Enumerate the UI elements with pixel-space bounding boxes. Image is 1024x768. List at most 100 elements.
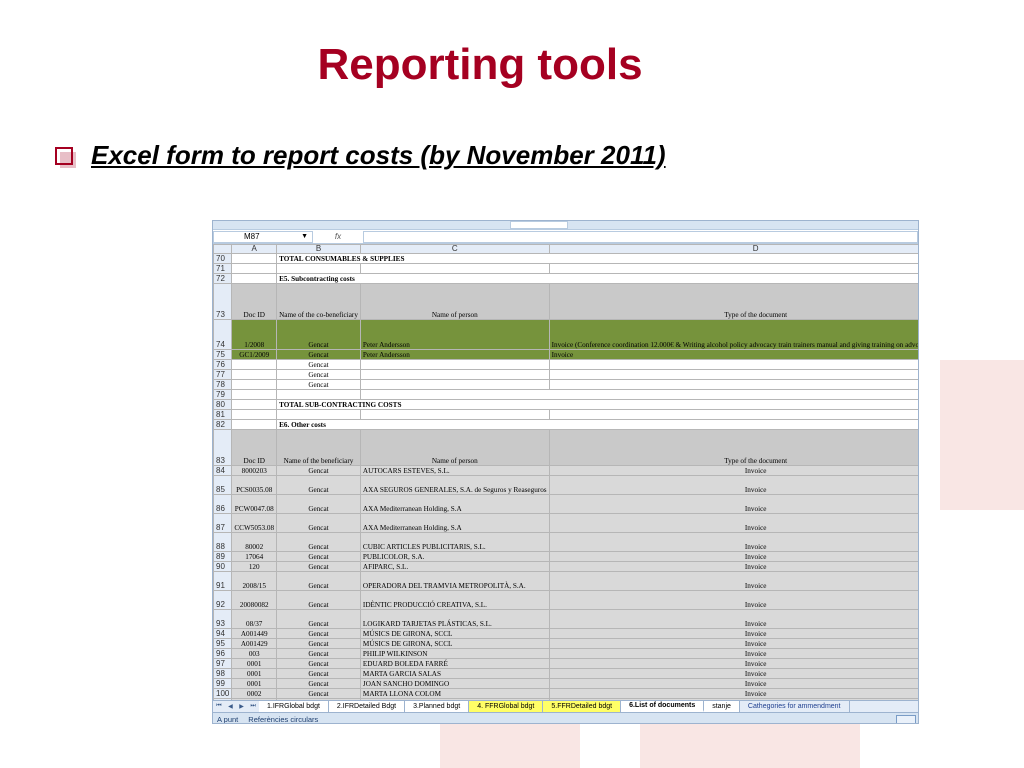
row-header[interactable]: 84 [213,465,233,477]
column-header-a[interactable]: A [231,243,278,255]
doc-id[interactable]: 1/2008 [231,319,278,351]
beneficiary[interactable]: Gencat [276,349,361,361]
function-icon[interactable]: fx [313,232,363,241]
document-type[interactable]: Invoice [548,532,918,553]
doc-id[interactable]: 0002 [231,688,278,700]
document-type[interactable]: Invoice [548,688,918,700]
document-type[interactable]: Invoice [548,648,918,660]
beneficiary[interactable]: Gencat [276,688,361,700]
document-type[interactable]: Invoice [548,475,918,496]
column-label[interactable]: Type of the document [548,283,918,321]
cell[interactable] [548,369,918,381]
beneficiary[interactable]: Gencat [276,658,361,670]
column-label[interactable]: Name of the beneficiary [276,429,361,467]
beneficiary[interactable]: Gencat [276,561,361,573]
cell[interactable] [231,263,278,275]
row-header[interactable]: 98 [213,668,233,680]
beneficiary[interactable]: Gencat [276,532,361,553]
doc-id[interactable]: 17064 [231,551,278,563]
sheet-tab[interactable]: 6.List of documents [621,701,705,712]
sheet-tab[interactable]: 5.FFRDetailed bdgt [543,701,622,712]
cell[interactable] [231,419,278,431]
row-header[interactable]: 99 [213,678,233,690]
cell[interactable] [231,359,278,371]
row-header[interactable]: 74 [213,319,233,351]
beneficiary[interactable]: Gencat [276,628,361,640]
cell[interactable] [276,409,361,421]
person-name[interactable]: CUBIC ARTICLES PUBLICITARIS, S.L. [359,532,550,553]
sheet-tab[interactable]: stanje [704,701,740,712]
cell[interactable] [231,273,278,285]
document-type[interactable]: Invoice (Conference coordination 12.000€… [548,319,918,351]
beneficiary[interactable]: Gencat [276,319,361,351]
select-all-corner[interactable] [213,243,233,255]
person-name[interactable]: PUBLICOLOR, S.A. [359,551,550,563]
cell[interactable]: Gencat [276,379,361,391]
cell[interactable] [359,263,550,275]
column-label[interactable]: Name of person [359,429,550,467]
last-sheet-icon[interactable]: ⏭ [250,703,255,710]
person-name[interactable]: MARTA LLONA COLOM [359,688,550,700]
person-name[interactable]: AUTOCARS ESTEVES, S.L. [359,465,550,477]
row-header[interactable]: 76 [213,359,233,371]
document-type[interactable]: Invoice [548,668,918,680]
row-header[interactable]: 82 [213,419,233,431]
row-header[interactable]: 91 [213,571,233,592]
row-header[interactable]: 90 [213,561,233,573]
formula-input[interactable] [363,230,918,243]
cell[interactable] [231,389,278,401]
sheet-tab[interactable]: 3.Planned bdgt [405,701,470,712]
doc-id[interactable]: A001429 [231,638,278,650]
cell[interactable] [231,399,278,411]
doc-id[interactable]: 80002 [231,532,278,553]
document-type[interactable]: Invoice [548,494,918,515]
document-type[interactable]: Invoice [548,609,918,630]
row-header[interactable]: 94 [213,628,233,640]
beneficiary[interactable]: Gencat [276,609,361,630]
row-header[interactable]: 89 [213,551,233,563]
person-name[interactable]: LOGIKARD TARJETAS PLÁSTICAS, S.L. [359,609,550,630]
doc-id[interactable]: 0001 [231,668,278,680]
doc-id[interactable]: 2008/15 [231,571,278,592]
doc-id[interactable]: PCS0035.08 [231,475,278,496]
cell[interactable] [548,409,918,421]
cell[interactable] [231,409,278,421]
row-header[interactable]: 86 [213,494,233,515]
document-type[interactable]: Invoice [548,561,918,573]
column-header-c[interactable]: C [359,243,550,255]
sheet-tab[interactable]: 2.IFRDetailed Bdgt [328,701,406,712]
row-header[interactable]: 87 [213,513,233,534]
document-type[interactable]: Invoice [548,678,918,690]
beneficiary[interactable]: Gencat [276,638,361,650]
beneficiary[interactable]: Gencat [276,668,361,680]
person-name[interactable]: AXA SEGUROS GENERALES, S.A. de Seguros y… [359,475,550,496]
row-header[interactable]: 70 [213,253,233,265]
cell[interactable] [359,359,550,371]
person-name[interactable]: EDUARD BOLEDA FARRÉ [359,658,550,670]
row-header[interactable]: 79 [213,389,233,401]
column-label[interactable]: Name of the co-beneficiary [276,283,361,321]
spreadsheet-grid[interactable]: ABCDEFGHIJK 70TOTAL CONSUMABLES & SUPPLI… [213,243,918,710]
beneficiary[interactable]: Gencat [276,648,361,660]
row-header[interactable]: 96 [213,648,233,660]
cell[interactable] [231,369,278,381]
sheet-tab[interactable]: 1.IFRGlobal bdgt [259,701,329,712]
doc-id[interactable]: 003 [231,648,278,660]
cell[interactable] [548,379,918,391]
column-header-d[interactable]: D [548,243,918,255]
document-type[interactable]: Invoice [548,551,918,563]
person-name[interactable]: AXA Mediterranean Holding, S.A [359,494,550,515]
row-header[interactable]: 75 [213,349,233,361]
document-type[interactable]: Invoice [548,628,918,640]
column-label[interactable]: Doc ID [231,283,278,321]
document-type[interactable]: Invoice [548,590,918,611]
prev-sheet-icon[interactable]: ◀ [228,703,233,710]
doc-id[interactable]: PCW0047.08 [231,494,278,515]
subtotal-label[interactable]: Sub-Total Sub-Contracting Costs [359,389,918,401]
column-label[interactable]: Type of the document [548,429,918,467]
person-name[interactable]: MARTA GARCIA SALAS [359,668,550,680]
row-header[interactable]: 85 [213,475,233,496]
row-header[interactable]: 92 [213,590,233,611]
person-name[interactable]: Peter Andersson [359,319,550,351]
cell[interactable] [276,263,361,275]
